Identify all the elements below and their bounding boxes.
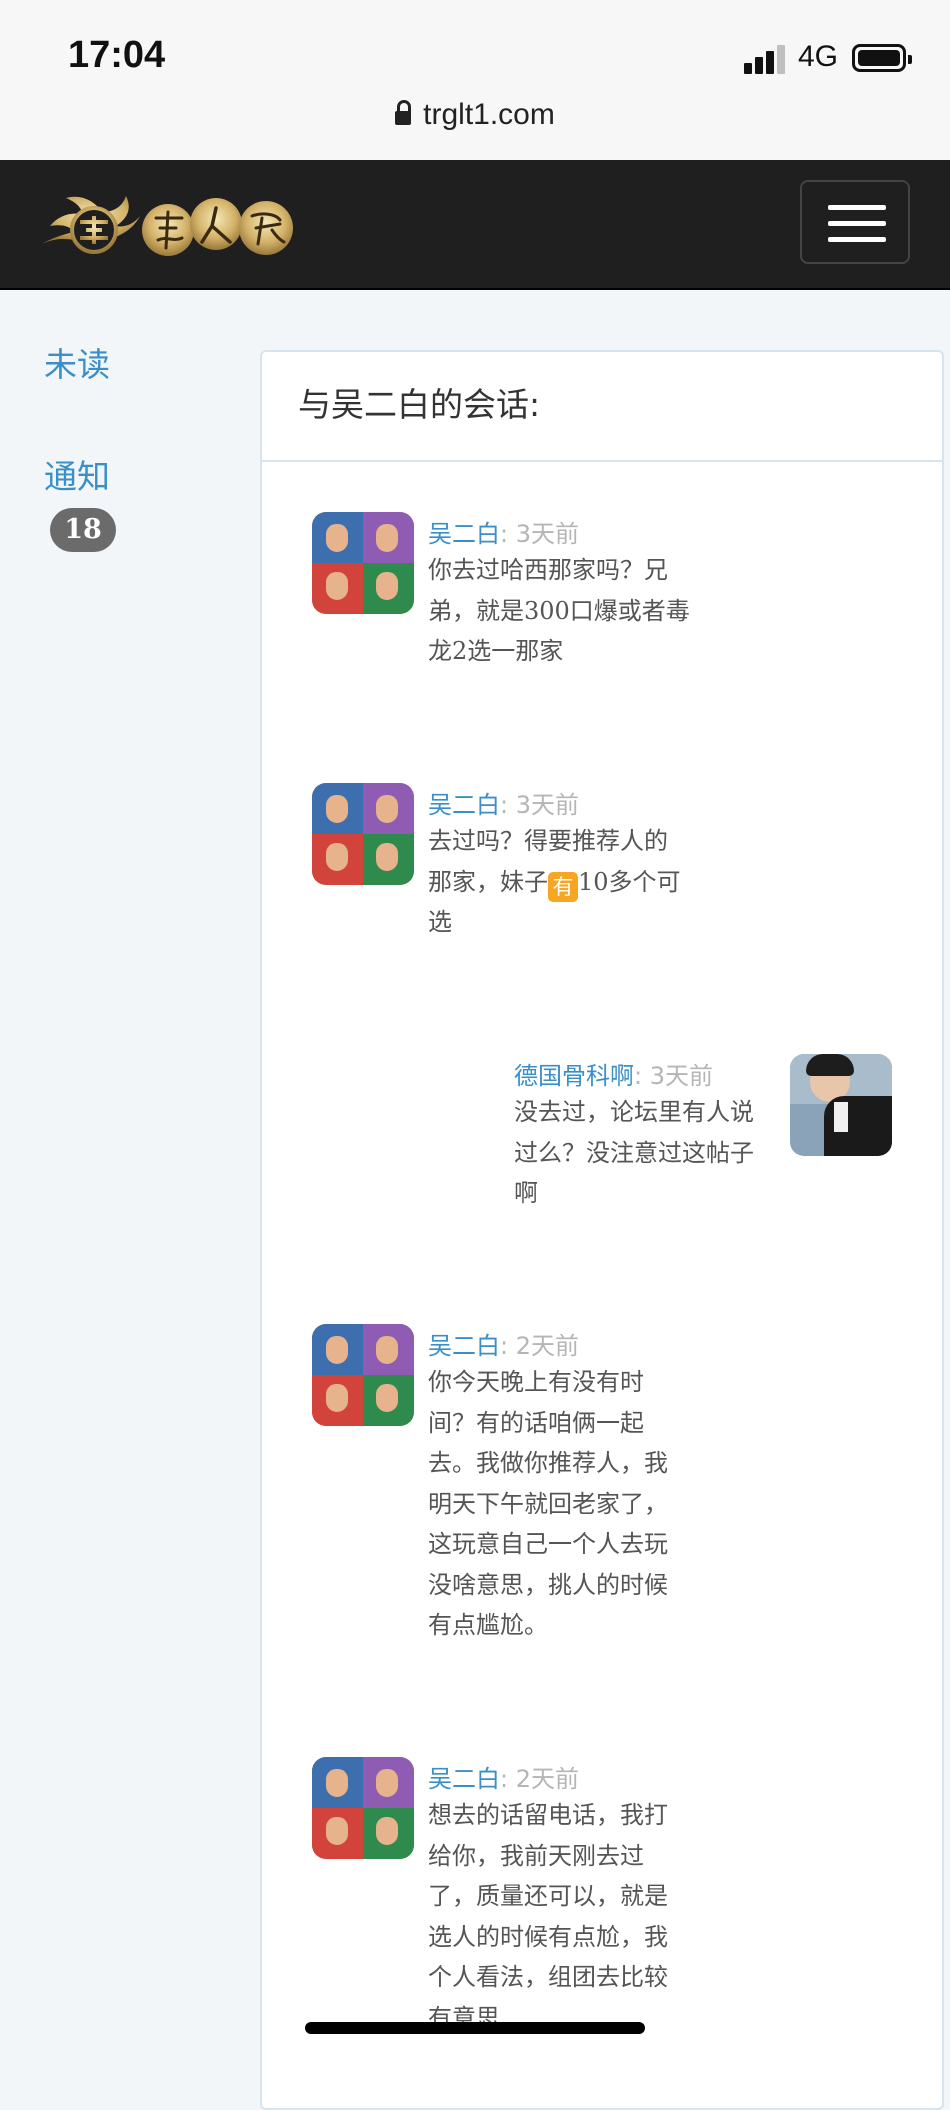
self-avatar[interactable]: [790, 1054, 892, 1156]
status-bar: 17:04 4G trglt1.com: [0, 0, 950, 160]
sender-name-link[interactable]: 吴二白: [428, 520, 500, 548]
message-text: 没去过，论坛里有人说过么？没注意过这帖子啊: [514, 1098, 754, 1207]
sender-name-link[interactable]: 吴二白: [428, 1332, 500, 1360]
url-text: trglt1.com: [423, 98, 555, 131]
battery-icon: [852, 44, 912, 72]
message-text: 你去过哈西那家吗？兄弟，就是300口爆或者毒龙2选一那家: [428, 556, 690, 665]
notification-count-badge: 18: [50, 508, 116, 552]
sender-name-link[interactable]: 德国骨科啊: [514, 1062, 634, 1090]
site-header: [0, 160, 950, 290]
message-time: 3天前: [649, 1062, 714, 1090]
site-logo[interactable]: [36, 182, 298, 268]
menu-toggle-button[interactable]: [800, 180, 910, 264]
sender-avatar[interactable]: [312, 783, 414, 885]
sidebar-unread-link[interactable]: 未读: [44, 338, 110, 386]
sender-avatar[interactable]: [312, 512, 414, 614]
network-type: 4G: [798, 40, 839, 73]
sender-avatar[interactable]: [312, 1757, 414, 1859]
message-text: 想去的话留电话，我打给你，我前天刚去过了，质量还可以，就是选人的时候有点尬，我个…: [428, 1801, 668, 2032]
message-time: 2天前: [515, 1332, 580, 1360]
message-time: 3天前: [515, 791, 580, 819]
message-header: 吴二白: 3天前: [428, 791, 580, 819]
sender-avatar[interactable]: [312, 1324, 414, 1426]
conversation-panel: 与吴二白的会话: 吴二白: 3天前 你去过哈西那家吗？兄弟，就是300口爆或者毒…: [260, 350, 944, 2110]
hamburger-icon: [828, 205, 886, 210]
sender-name-link[interactable]: 吴二白: [428, 1765, 500, 1793]
message-time: 3天前: [515, 520, 580, 548]
cellular-signal-icon: [744, 44, 786, 74]
inline-badge: 有: [548, 871, 578, 902]
home-indicator[interactable]: [305, 2022, 645, 2034]
message-text: 去过吗？得要推荐人的那家，妹子有 10多个可选: [428, 827, 681, 936]
message-text: 你今天晚上有没有时间？有的话咱俩一起去。我做你推荐人，我明天下午就回老家了，这玩…: [428, 1368, 668, 1639]
lock-icon: [395, 100, 412, 125]
status-time: 17:04: [68, 34, 166, 76]
conversation-title: 与吴二白的会话:: [262, 352, 942, 462]
message-header: 吴二白: 2天前: [428, 1765, 580, 1793]
message-header: 吴二白: 3天前: [428, 520, 580, 548]
address-bar[interactable]: trglt1.com: [0, 98, 950, 132]
message-time: 2天前: [515, 1765, 580, 1793]
message-header: 吴二白: 2天前: [428, 1332, 580, 1360]
sender-name-link[interactable]: 吴二白: [428, 791, 500, 819]
sidebar-notifications-link[interactable]: 通知: [44, 450, 110, 498]
message-header: 德国骨科啊: 3天前: [514, 1062, 714, 1090]
